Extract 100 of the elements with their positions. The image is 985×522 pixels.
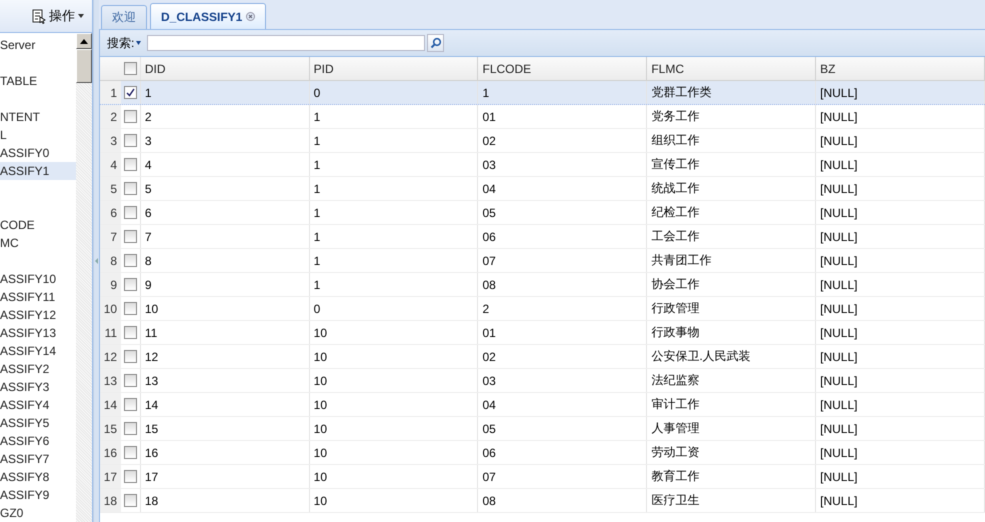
table-cell: 06 [478,441,648,464]
table-cell: 08 [478,273,648,296]
row-checkbox[interactable] [124,302,137,315]
table-cell: 10 [310,393,478,416]
table-cell: [NULL] [816,489,985,512]
row-number: 6 [100,201,122,224]
search-field[interactable] [147,35,426,51]
row-checkbox[interactable] [124,422,137,435]
table-cell: 9 [140,273,310,296]
table-list-item[interactable]: MC [0,234,76,252]
table-cell: 纪检工作 [647,201,816,224]
row-checkbox[interactable] [124,134,137,147]
row-checkbox[interactable] [124,374,137,387]
column-header[interactable]: BZ [816,57,985,80]
table-cell: [NULL] [816,321,985,344]
close-icon[interactable] [246,12,256,21]
table-cell: 01 [478,321,648,344]
table-cell: 教育工作 [647,465,816,488]
table-list-item[interactable]: ASSIFY1 [0,162,76,180]
table-list-item[interactable]: ASSIFY7 [0,450,76,468]
table-list-item[interactable]: ASSIFY11 [0,288,76,306]
row-checkbox[interactable] [124,254,137,267]
row-checkbox[interactable] [124,350,137,363]
table-cell: [NULL] [816,441,985,464]
table-cell: 10 [310,321,478,344]
table-list-item[interactable]: ASSIFY9 [0,486,76,504]
table-list-item[interactable]: NTENT [0,108,76,126]
table-cell: [NULL] [816,129,985,152]
table-cell: 7 [140,225,310,248]
column-header[interactable]: DID [140,57,310,80]
select-all-checkbox[interactable] [124,62,137,75]
table-cell: 统战工作 [647,177,816,200]
scrollbar[interactable] [76,33,92,522]
table-cell: 宣传工作 [647,153,816,176]
table-cell: 人事管理 [647,417,816,440]
table-list-item[interactable]: ASSIFY3 [0,378,76,396]
table-cell: 05 [478,201,648,224]
table-cell: 16 [140,441,310,464]
row-checkbox[interactable] [124,470,137,483]
table-cell: 02 [478,345,648,368]
row-number: 13 [100,369,122,392]
table-cell: 06 [478,225,648,248]
tab[interactable]: D_CLASSIFY1 [150,3,266,29]
row-number: 3 [100,129,122,152]
row-checkbox[interactable] [124,278,137,291]
table-cell: [NULL] [816,225,985,248]
table-list-item[interactable]: ASSIFY5 [0,414,76,432]
table-cell: [NULL] [816,249,985,272]
table-cell: 审计工作 [647,393,816,416]
column-header[interactable]: PID [310,57,478,80]
scroll-thumb[interactable] [76,49,92,83]
table-list-item[interactable]: TABLE [0,72,76,90]
row-number: 12 [100,345,122,368]
table-list-item[interactable]: Server [0,36,76,54]
row-number: 8 [100,249,122,272]
row-checkbox[interactable] [124,494,137,507]
caret-icon[interactable] [136,41,142,45]
table-list-item[interactable]: ASSIFY2 [0,360,76,378]
column-header[interactable]: FLMC [647,57,816,80]
table-cell: 02 [478,129,648,152]
table-cell: 党群工作类 [647,81,816,104]
table-list-item[interactable]: CODE [0,216,76,234]
row-checkbox[interactable] [124,326,137,339]
row-checkbox[interactable] [124,206,137,219]
table-list-item[interactable]: ASSIFY10 [0,270,76,288]
table-cell: 1 [310,105,478,128]
search-button[interactable] [427,34,444,52]
table-list-item[interactable]: ASSIFY12 [0,306,76,324]
table-list-item[interactable]: ASSIFY4 [0,396,76,414]
scroll-up-button[interactable] [76,33,92,49]
table-cell: 12 [140,345,310,368]
table-cell: [NULL] [816,273,985,296]
row-checkbox[interactable] [124,86,137,99]
table-cell: 05 [478,417,648,440]
table-list-item[interactable]: ASSIFY0 [0,144,76,162]
table-cell: 17 [140,465,310,488]
table-list-item[interactable]: ASSIFY8 [0,468,76,486]
row-checkbox[interactable] [124,446,137,459]
table-cell: 18 [140,489,310,512]
table-cell: 10 [310,441,478,464]
table-cell: [NULL] [816,177,985,200]
row-checkbox[interactable] [124,158,137,171]
table-list-item[interactable]: ASSIFY13 [0,324,76,342]
row-checkbox[interactable] [124,398,137,411]
row-checkbox[interactable] [124,110,137,123]
table-list-item[interactable]: GZ0 [0,504,76,522]
row-checkbox[interactable] [124,182,137,195]
tab[interactable]: 欢迎 [101,5,147,29]
table-cell: 03 [478,153,648,176]
collapse-arrow-icon[interactable] [95,258,98,264]
table-list-item[interactable]: ASSIFY6 [0,432,76,450]
column-header[interactable]: FLCODE [478,57,648,80]
table-list-item[interactable]: ASSIFY14 [0,342,76,360]
table-cell: 07 [478,249,648,272]
table-list-item[interactable]: L [0,126,76,144]
row-checkbox[interactable] [124,230,137,243]
table-cell: 10 [310,369,478,392]
table-cell: 1 [310,153,478,176]
table-cell: 03 [478,369,648,392]
table-cell: [NULL] [816,201,985,224]
